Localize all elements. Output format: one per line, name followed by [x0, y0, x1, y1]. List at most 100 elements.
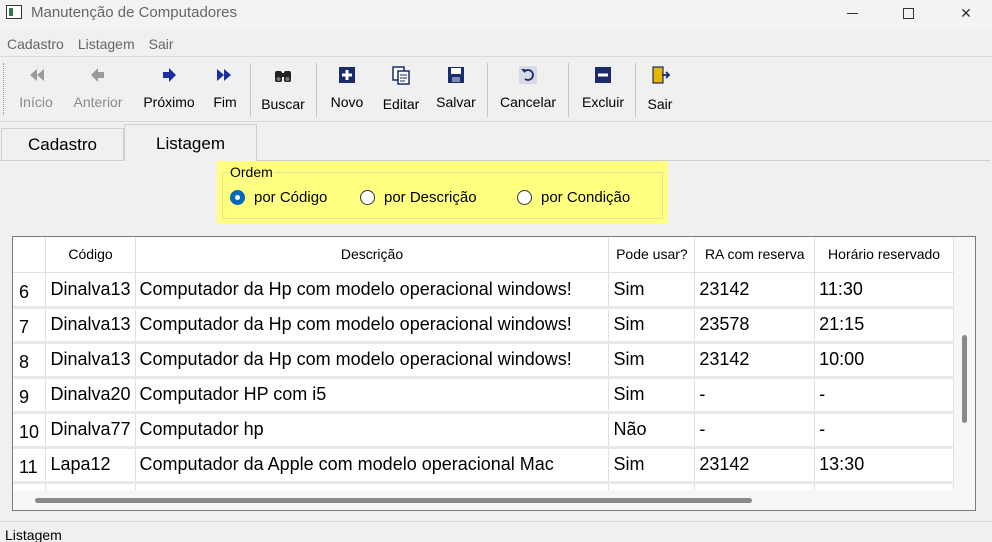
cell-pode-usar[interactable]: Sim [608, 342, 696, 379]
cell-pode-usar[interactable]: Sim [608, 307, 696, 344]
maximize-button[interactable] [885, 0, 931, 26]
cell-horario[interactable]: 15:00 [814, 482, 954, 490]
row-number[interactable]: 11 [13, 447, 47, 484]
tab-listagem[interactable]: Listagem [124, 124, 257, 161]
inicio-button[interactable]: Início [14, 63, 58, 115]
cell-horario[interactable]: 11:30 [814, 272, 954, 309]
minimize-button[interactable] [829, 0, 875, 26]
row-number[interactable]: 7 [13, 307, 47, 344]
cell-codigo[interactable]: Dinalva77 [45, 412, 136, 449]
menu-cadastro[interactable]: Cadastro [0, 34, 71, 54]
row-number[interactable]: 9 [13, 377, 47, 414]
cell-descricao[interactable]: Computador da Hp com modelo operacional … [135, 272, 610, 309]
cell-horario[interactable]: 21:15 [814, 307, 954, 344]
radio-por-codigo[interactable]: por Código [230, 189, 327, 206]
cell-horario[interactable]: 13:30 [814, 447, 954, 484]
close-button[interactable]: ✕ [943, 0, 989, 26]
cell-codigo[interactable]: Lapa12 [45, 447, 136, 484]
table-row[interactable]: 8 Dinalva13 Computador da Hp com modelo … [13, 342, 954, 379]
cell-descricao[interactable]: Computador da Hp com modelo operacional … [135, 307, 610, 344]
horizontal-scroll-thumb[interactable] [35, 498, 752, 503]
cell-descricao[interactable]: Computador da Hp com modelo operacional … [135, 342, 610, 379]
fim-button[interactable]: Fim [208, 63, 242, 115]
proximo-button[interactable]: Próximo [139, 63, 199, 115]
table-row[interactable]: 9 Dinalva20 Computador HP com i5 Sim - - [13, 377, 954, 414]
radio-por-descricao[interactable]: por Descrição [360, 189, 477, 206]
cell-pode-usar[interactable]: Sim [608, 377, 696, 414]
anterior-label: Anterior [73, 94, 123, 110]
cancelar-button[interactable]: Cancelar [497, 63, 559, 115]
cell-codigo[interactable]: Lapa12 [45, 482, 136, 490]
cell-codigo[interactable]: Dinalva13 [45, 272, 136, 309]
salvar-button[interactable]: Salvar [432, 63, 480, 115]
cell-descricao[interactable]: Computador da Apple com modelo operacion… [135, 447, 610, 484]
novo-button[interactable]: Novo [325, 63, 369, 115]
vertical-scroll-thumb[interactable] [962, 335, 967, 423]
data-grid[interactable]: Código Descrição Pode usar? RA com reser… [12, 236, 976, 511]
table-row[interactable]: 11 Lapa12 Computador da Apple com modelo… [13, 447, 954, 484]
radio-por-condicao[interactable]: por Condição [517, 189, 630, 206]
cell-horario[interactable]: 10:00 [814, 342, 954, 379]
toolbar-grip[interactable] [3, 63, 6, 115]
cell-codigo[interactable]: Dinalva13 [45, 307, 136, 344]
radio-unchecked-icon [517, 190, 532, 205]
column-header-horario[interactable]: Horário reservado [814, 237, 954, 273]
exit-door-icon [652, 66, 670, 84]
cell-descricao[interactable]: Computador hp [135, 412, 610, 449]
row-number[interactable] [13, 482, 47, 490]
binoculars-icon [275, 71, 291, 82]
horizontal-scrollbar[interactable] [13, 490, 975, 510]
cell-codigo[interactable]: Dinalva13 [45, 342, 136, 379]
cell-horario[interactable]: - [814, 377, 954, 414]
sair-button[interactable]: Sair [644, 63, 676, 115]
radio-unchecked-icon [360, 190, 375, 205]
excluir-label: Excluir [581, 94, 624, 110]
cell-ra[interactable]: - [694, 412, 816, 449]
next-record-icon [163, 68, 176, 82]
buscar-label: Buscar [261, 96, 305, 112]
cell-pode-usar[interactable]: Sim [608, 482, 696, 490]
table-row[interactable]: 7 Dinalva13 Computador da Hp com modelo … [13, 307, 954, 344]
table-row[interactable]: 10 Dinalva77 Computador hp Não - - [13, 412, 954, 449]
cell-descricao[interactable]: Computador HP com i5 [135, 377, 610, 414]
cell-ra[interactable]: - [694, 377, 816, 414]
inicio-label: Início [19, 94, 53, 110]
editar-button[interactable]: Editar [378, 63, 424, 115]
grid-table: Código Descrição Pode usar? RA com reser… [13, 237, 954, 490]
column-header-descricao[interactable]: Descrição [135, 237, 610, 273]
anterior-button[interactable]: Anterior [67, 63, 129, 115]
row-number[interactable]: 8 [13, 342, 47, 379]
proximo-label: Próximo [143, 94, 195, 110]
cell-pode-usar[interactable]: Sim [608, 272, 696, 309]
cell-codigo[interactable]: Dinalva20 [45, 377, 136, 414]
toolbar-separator [250, 63, 251, 117]
tab-cadastro[interactable]: Cadastro [1, 128, 124, 160]
vertical-scrollbar[interactable] [954, 237, 975, 490]
sair-label: Sair [647, 96, 673, 112]
column-header-codigo[interactable]: Código [45, 237, 136, 273]
column-header-ra[interactable]: RA com reserva [694, 237, 816, 273]
buscar-button[interactable]: Buscar [258, 63, 308, 115]
row-number[interactable]: 6 [13, 272, 47, 309]
column-header-pode-usar[interactable]: Pode usar? [608, 237, 696, 273]
cell-horario[interactable]: - [814, 412, 954, 449]
row-number[interactable]: 10 [13, 412, 47, 449]
close-icon: ✕ [960, 4, 972, 21]
table-row[interactable]: 6 Dinalva13 Computador da Hp com modelo … [13, 272, 954, 309]
menu-sair[interactable]: Sair [142, 34, 181, 54]
toolbar-separator [635, 63, 636, 117]
grid-viewport: Código Descrição Pode usar? RA com reser… [13, 237, 954, 490]
cell-ra[interactable]: 23142 [694, 447, 816, 484]
cell-ra[interactable]: 23142 [694, 342, 816, 379]
cell-ra[interactable]: 23142 [694, 272, 816, 309]
cell-ra[interactable]: 23578 [694, 307, 816, 344]
cell-descricao[interactable]: Computador da Apple com modelo operacion… [135, 482, 610, 490]
cell-pode-usar[interactable]: Sim [608, 447, 696, 484]
title-bar: Manutenção de Computadores ✕ [0, 0, 992, 30]
excluir-button[interactable]: Excluir [578, 63, 628, 115]
cell-pode-usar[interactable]: Não [608, 412, 696, 449]
table-row[interactable]: Lapa12 Computador da Apple com modelo op… [13, 482, 954, 490]
cell-ra[interactable]: 23015 [694, 482, 816, 490]
fim-label: Fim [213, 94, 237, 110]
menu-listagem[interactable]: Listagem [71, 34, 142, 54]
